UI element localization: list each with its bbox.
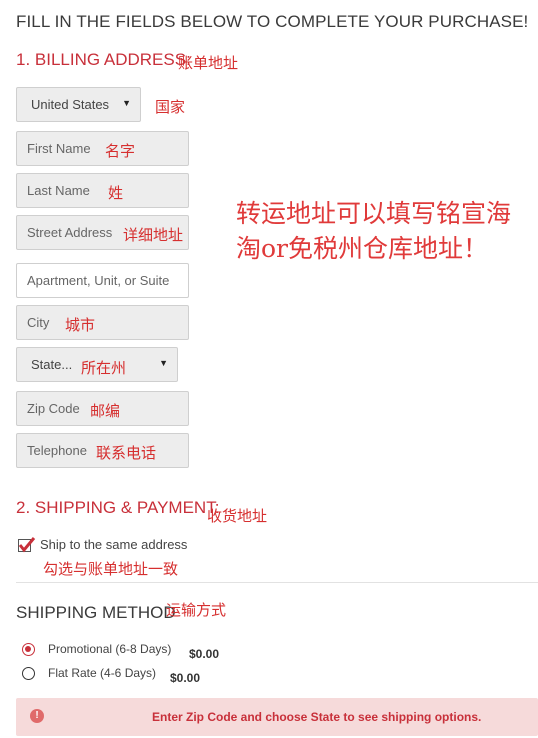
- divider: [16, 582, 538, 583]
- shipping-option-label: Promotional (6-8 Days): [48, 642, 172, 656]
- last-name-input[interactable]: [17, 174, 188, 207]
- shipping-option-flat-rate[interactable]: Flat Rate (4-6 Days) $0.00: [22, 665, 252, 685]
- street-field-wrap: 详细地址: [16, 215, 189, 250]
- chevron-down-icon: ▼: [122, 98, 131, 108]
- radio-selected: [22, 643, 35, 656]
- telephone-field-wrap: 联系电话: [16, 433, 189, 468]
- shipping-payment-heading: 2. SHIPPING & PAYMENT:: [16, 498, 220, 517]
- same-address-note: 勾选与账单地址一致: [43, 560, 179, 578]
- shipping-payment-note: 收货地址: [207, 507, 268, 525]
- telephone-note: 联系电话: [96, 444, 157, 462]
- state-select[interactable]: State... 所在州 ▼: [16, 347, 178, 382]
- zip-note: 邮编: [90, 402, 121, 420]
- same-address-checkbox[interactable]: [18, 537, 36, 553]
- shipping-option-label: Flat Rate (4-6 Days): [48, 666, 157, 680]
- billing-heading: 1. BILLING ADDRESS:: [16, 50, 191, 69]
- shipping-option-price: $0.00: [170, 671, 201, 685]
- street-note: 详细地址: [123, 226, 184, 244]
- first-name-input[interactable]: [17, 132, 188, 165]
- shipping-option-price: $0.00: [189, 647, 220, 661]
- radio-unselected: [22, 667, 35, 680]
- city-note: 城市: [65, 316, 96, 334]
- shipping-option-promotional[interactable]: Promotional (6-8 Days) $0.00: [22, 641, 252, 661]
- annotation-text: 转运地址可以填写铭宣海淘or免税州仓库地址！: [236, 199, 512, 263]
- apartment-field-wrap: [16, 263, 189, 298]
- exclamation-icon: !: [30, 709, 44, 723]
- radio-dot: [25, 646, 31, 652]
- shipping-method-heading: SHIPPING METHOD: [16, 603, 176, 622]
- billing-note: 账单地址: [178, 54, 239, 72]
- zip-field-wrap: 邮编: [16, 391, 189, 426]
- shipping-method-note: 运输方式: [166, 601, 227, 619]
- country-note: 国家: [155, 98, 186, 116]
- state-note: 所在州: [81, 359, 127, 377]
- shipping-alert: ! Enter Zip Code and choose State to see…: [16, 698, 538, 736]
- state-value: State...: [31, 357, 73, 372]
- last-name-note: 姓: [108, 184, 124, 202]
- last-name-field-wrap: 姓: [16, 173, 189, 208]
- first-name-note: 名字: [105, 142, 136, 160]
- country-value: United States: [31, 97, 110, 112]
- alert-text: Enter Zip Code and choose State to see s…: [152, 710, 482, 724]
- checkmark-icon: [18, 537, 36, 553]
- same-address-label[interactable]: Ship to the same address: [40, 537, 187, 552]
- page-title: FILL IN THE FIELDS BELOW TO COMPLETE YOU…: [16, 12, 529, 31]
- country-select[interactable]: United States ▼: [16, 87, 141, 122]
- apartment-input[interactable]: [17, 264, 188, 297]
- chevron-down-icon: ▼: [159, 358, 168, 368]
- city-input[interactable]: [17, 306, 188, 339]
- city-field-wrap: 城市: [16, 305, 189, 340]
- first-name-field-wrap: 名字: [16, 131, 189, 166]
